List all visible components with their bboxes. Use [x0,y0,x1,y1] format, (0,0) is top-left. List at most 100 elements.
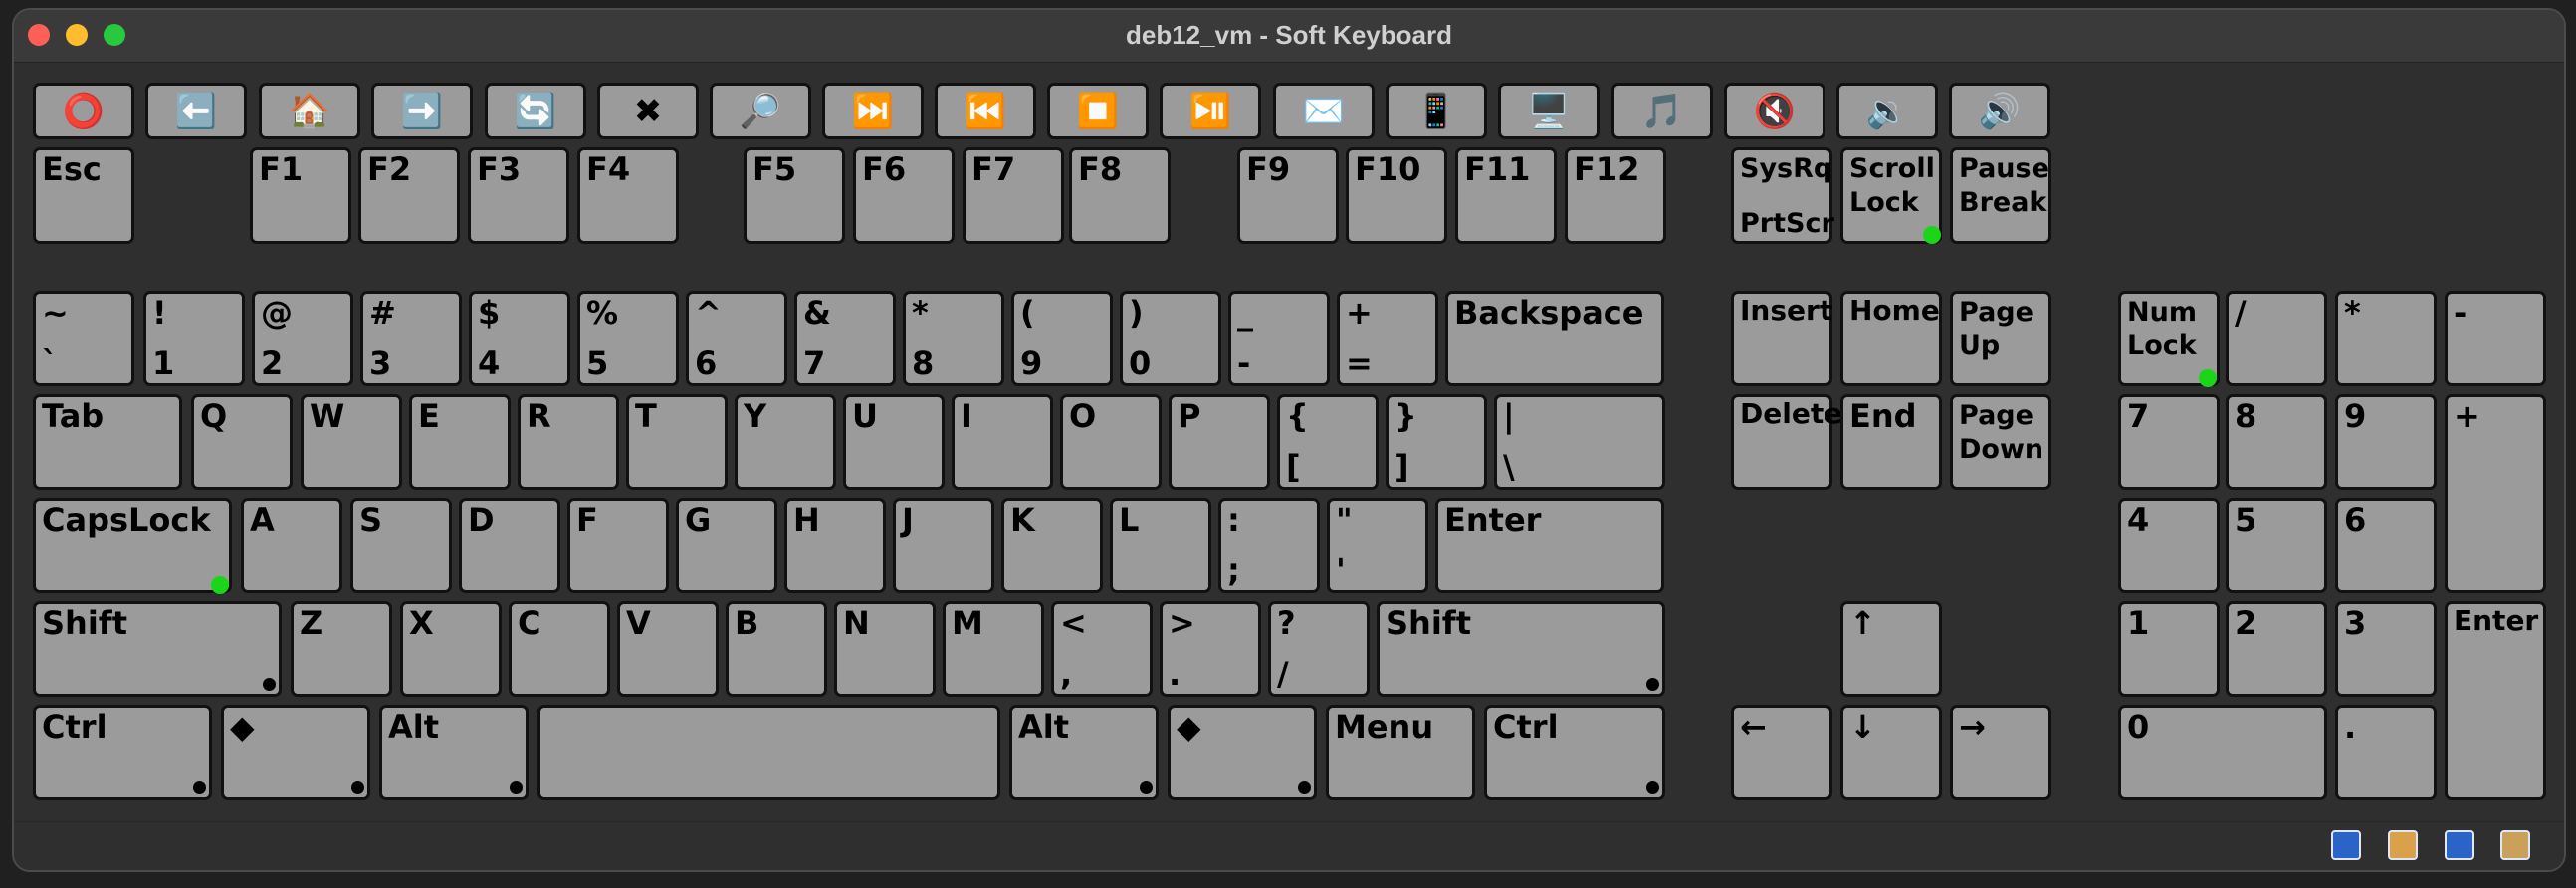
key-arrow-down[interactable]: ↓ [1840,705,1942,800]
key-d[interactable]: D [459,498,560,593]
key-np0[interactable]: 0 [2118,705,2327,800]
key-excl[interactable]: ! 1 [143,291,245,386]
key-home[interactable]: Home [1840,291,1942,386]
key-page-down[interactable]: Page Down [1950,394,2051,490]
key-g[interactable]: G [676,498,777,593]
key-f4[interactable]: F4 [577,147,679,244]
key-np3[interactable]: 3 [2335,601,2437,697]
key-caret[interactable]: ^ 6 [686,291,787,386]
key-v[interactable]: V [617,601,719,697]
key-c[interactable]: C [509,601,610,697]
keyboard-layout-icon[interactable] [2331,830,2361,860]
key-left-ctrl[interactable]: Ctrl [33,705,212,800]
key-b[interactable]: B [726,601,827,697]
key-j[interactable]: J [893,498,994,593]
key-np8[interactable]: 8 [2226,394,2327,490]
key-scroll-lock[interactable]: Scroll Lock [1840,147,1942,244]
key-np-minus[interactable]: - [2445,291,2546,386]
key-sysrq[interactable]: SysRq PrtScr [1731,147,1834,244]
media-key-refresh[interactable]: 🔄 [485,83,586,139]
key-u[interactable]: U [843,394,945,490]
key-num-lock[interactable]: Num Lock [2118,291,2220,387]
media-key-mail[interactable]: ✉️ [1273,83,1375,139]
key-p[interactable]: P [1169,394,1270,490]
key-at[interactable]: @2 [252,291,353,386]
key-arrow-right[interactable]: → [1950,705,2051,800]
key-np-enter[interactable]: Enter [2445,601,2546,800]
key-delete[interactable]: Delete [1731,394,1842,490]
key-under[interactable]: _ - [1228,291,1330,386]
key-question[interactable]: ? / [1268,601,1370,697]
key-page-up[interactable]: Page Up [1950,291,2051,386]
key-right-win[interactable]: ◆ [1168,705,1317,800]
key-hash[interactable]: #3 [360,291,462,386]
key-f11[interactable]: F11 [1455,147,1557,244]
key-n[interactable]: N [834,601,936,697]
key-np2[interactable]: 2 [2226,601,2327,697]
key-arrow-left[interactable]: ← [1731,705,1832,800]
key-s[interactable]: S [350,498,452,593]
key-right-shift[interactable]: Shift [1377,601,1665,697]
key-rbrace[interactable]: }] [1386,394,1487,490]
key-arrow-up[interactable]: ↑ [1840,601,1942,697]
key-backspace[interactable]: Backspace [1445,291,1664,386]
key-left-shift[interactable]: Shift [33,601,282,697]
key-end[interactable]: End [1840,394,1942,490]
media-key-phone[interactable]: 📱 [1386,83,1487,139]
key-np9[interactable]: 9 [2335,394,2437,490]
key-menu[interactable]: Menu [1326,705,1475,800]
key-f12[interactable]: F12 [1565,147,1666,244]
key-y[interactable]: Y [735,394,836,490]
media-key-forward-arrow[interactable]: ➡️ [371,83,473,139]
key-e[interactable]: E [409,394,511,490]
key-w[interactable]: W [301,394,402,490]
key-i[interactable]: I [952,394,1053,490]
settings-gear-icon[interactable] [2388,830,2418,860]
key-insert[interactable]: Insert [1731,291,1832,386]
key-pause-break[interactable]: Pause Break [1950,147,2051,244]
media-key-computer[interactable]: 🖥️ [1498,83,1600,139]
media-key-power[interactable]: ⭕ [33,83,134,139]
media-key-previous-track[interactable]: ⏮️ [935,83,1036,139]
media-key-mute[interactable]: 🔇 [1724,83,1825,139]
key-np6[interactable]: 6 [2335,498,2437,593]
key-t[interactable]: T [626,394,728,490]
key-l[interactable]: L [1110,498,1211,593]
key-quote[interactable]: " ' [1327,498,1428,593]
media-key-music[interactable]: 🎵 [1611,83,1713,139]
key-left-alt[interactable]: Alt [379,705,529,800]
key-np-star[interactable]: * [2335,291,2437,386]
key-lt[interactable]: <, [1051,601,1153,697]
key-f[interactable]: F [567,498,669,593]
key-enter[interactable]: Enter [1435,498,1664,593]
media-key-volume-down[interactable]: 🔉 [1836,83,1938,139]
key-lparen[interactable]: (9 [1011,291,1113,386]
window-icon[interactable] [2500,830,2530,860]
key-f5[interactable]: F5 [744,147,845,244]
key-rparen[interactable]: ) 0 [1120,291,1221,386]
key-k[interactable]: K [1001,498,1103,593]
language-icon[interactable] [2445,830,2474,860]
media-key-next-track[interactable]: ⏭️ [822,83,924,139]
key-tilde[interactable]: ~ ` [33,291,134,386]
key-x[interactable]: X [400,601,502,697]
key-pipe[interactable]: | \ [1494,394,1665,490]
key-f8[interactable]: F8 [1069,147,1171,244]
key-amp[interactable]: & 7 [794,291,896,386]
key-m[interactable]: M [943,601,1044,697]
key-capslock[interactable]: CapsLock [33,498,232,594]
key-np1[interactable]: 1 [2118,601,2220,697]
media-key-search[interactable]: 🔎 [710,83,811,139]
key-f3[interactable]: F3 [468,147,569,244]
key-o[interactable]: O [1060,394,1162,490]
key-right-ctrl[interactable]: Ctrl [1484,705,1665,800]
key-h[interactable]: H [784,498,886,593]
key-np5[interactable]: 5 [2226,498,2327,593]
key-f6[interactable]: F6 [853,147,955,244]
key-np-slash[interactable]: / [2226,291,2327,386]
key-f9[interactable]: F9 [1237,147,1339,244]
key-lbrace[interactable]: {[ [1277,394,1379,490]
key-f10[interactable]: F10 [1346,147,1447,244]
key-f2[interactable]: F2 [358,147,460,244]
key-np-plus[interactable]: + [2445,394,2546,593]
